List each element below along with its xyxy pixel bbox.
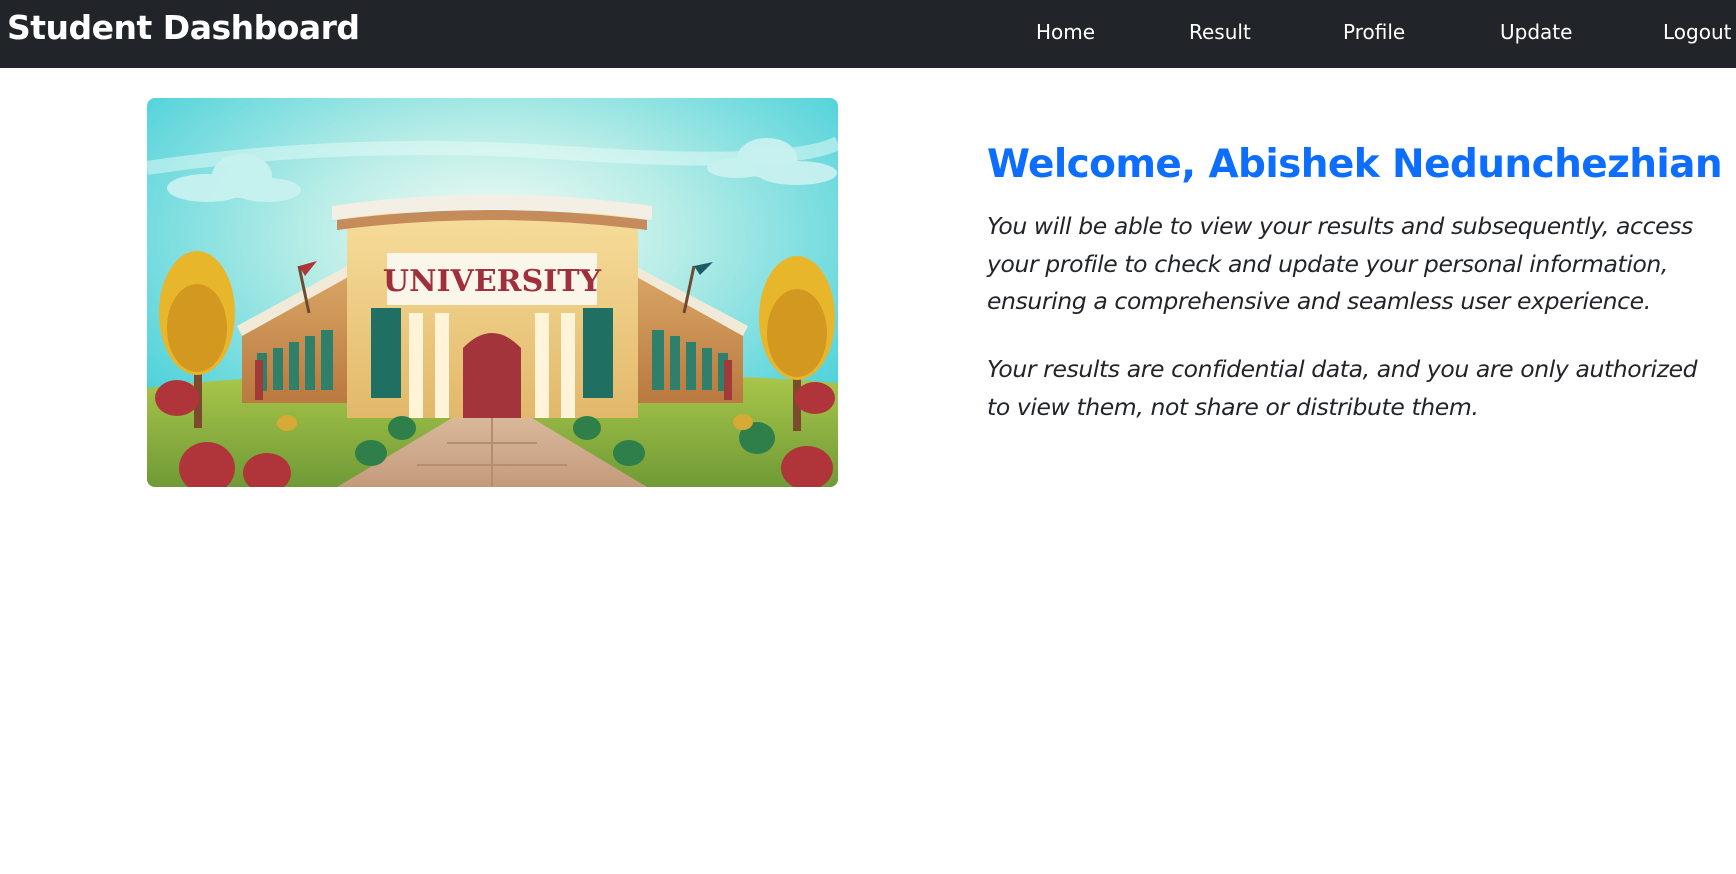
nav-home-link[interactable]: Home: [1036, 17, 1095, 47]
nav-update-link[interactable]: Update: [1500, 17, 1572, 47]
confidentiality-paragraph: Your results are confidential data, and …: [987, 355, 1698, 421]
nav-profile-link[interactable]: Profile: [1343, 17, 1405, 47]
brand-title[interactable]: Student Dashboard: [7, 6, 360, 50]
intro-paragraph: You will be able to view your results an…: [987, 212, 1693, 315]
university-illustration: UNIVERSITY: [147, 98, 838, 487]
nav-logout-link[interactable]: Logout: [1663, 17, 1731, 47]
welcome-heading: Welcome, Abishek Nedunchezhian: [987, 142, 1723, 187]
nav-result-link[interactable]: Result: [1189, 17, 1251, 47]
top-navbar: Student Dashboard Home Result Profile Up…: [0, 0, 1736, 68]
university-sign-text: UNIVERSITY: [383, 264, 602, 299]
